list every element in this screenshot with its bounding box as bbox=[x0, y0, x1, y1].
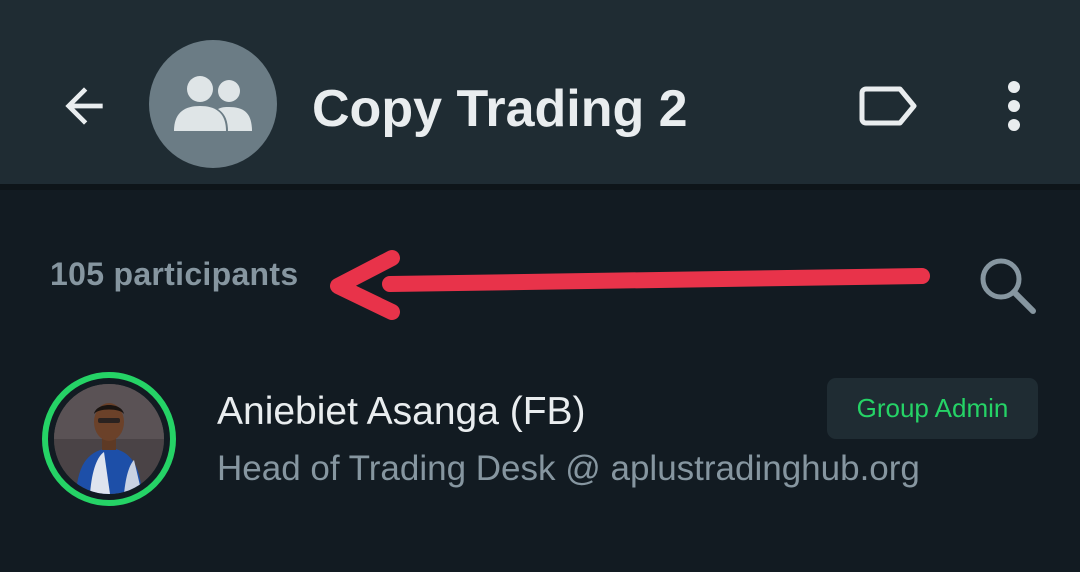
group-title[interactable]: Copy Trading 2 bbox=[312, 76, 688, 142]
participants-count: 105 participants bbox=[50, 256, 299, 292]
search-icon bbox=[980, 258, 1036, 314]
search-participants-button[interactable] bbox=[972, 250, 1044, 322]
app-header: Copy Trading 2 bbox=[0, 0, 1080, 190]
member-name: Aniebiet Asanga (FB) bbox=[217, 390, 586, 433]
more-options-button[interactable] bbox=[990, 70, 1038, 142]
arrow-left-icon bbox=[65, 87, 103, 125]
back-button[interactable] bbox=[50, 72, 118, 140]
group-admin-badge: Group Admin bbox=[827, 378, 1038, 439]
label-button[interactable] bbox=[852, 78, 924, 134]
member-photo bbox=[54, 384, 164, 494]
label-tag-icon bbox=[859, 86, 917, 126]
red-arrow-annotation bbox=[330, 250, 930, 320]
member-avatar[interactable] bbox=[42, 372, 176, 506]
member-about: Head of Trading Desk @ aplustradinghub.o… bbox=[217, 449, 920, 488]
participant-row[interactable]: Aniebiet Asanga (FB) Head of Trading Des… bbox=[0, 360, 1080, 520]
group-avatar[interactable] bbox=[149, 40, 277, 168]
group-icon bbox=[174, 76, 252, 131]
more-vert-icon bbox=[1008, 81, 1020, 131]
